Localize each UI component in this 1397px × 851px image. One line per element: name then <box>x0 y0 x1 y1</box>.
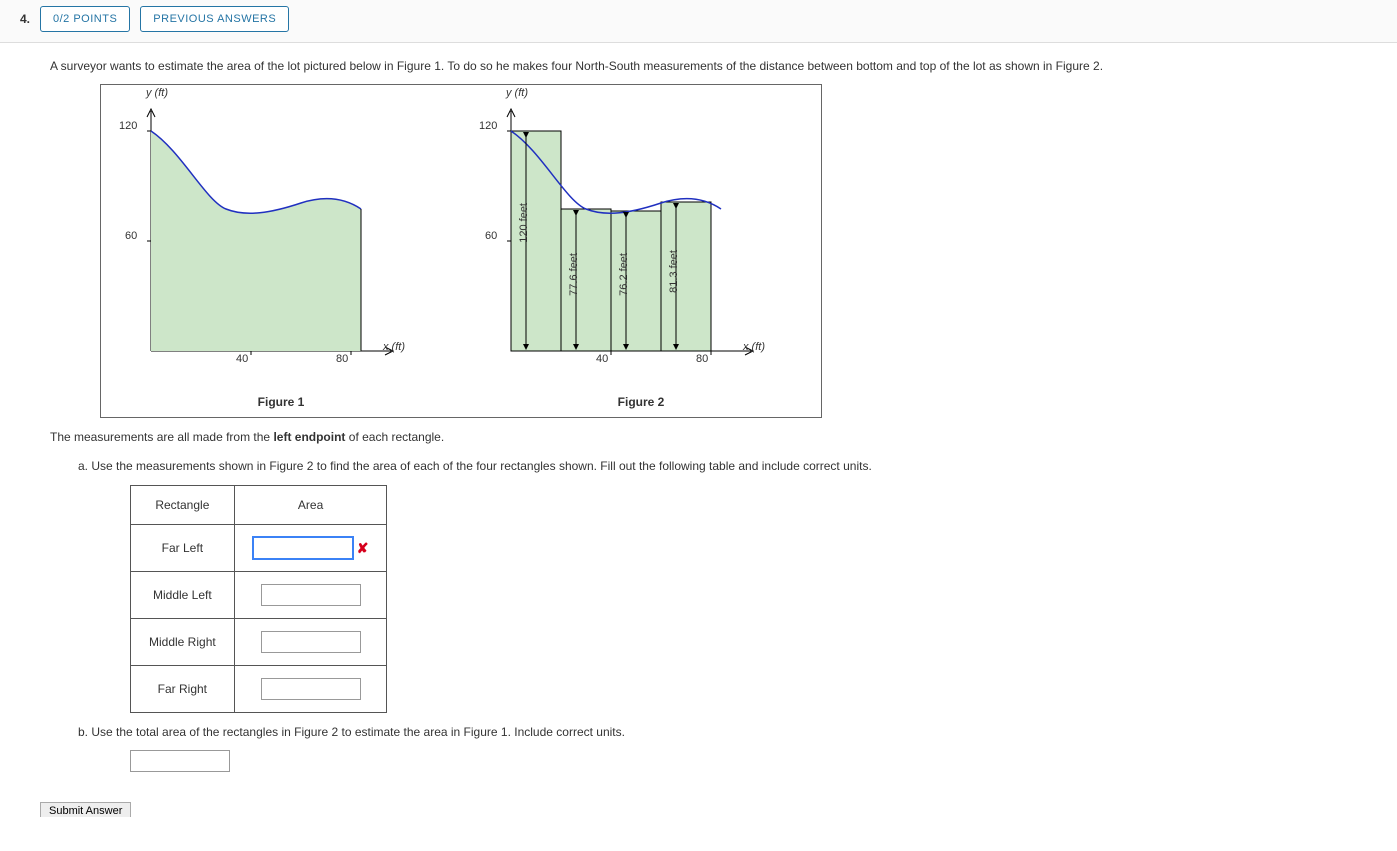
part-b-text: b. Use the total area of the rectangles … <box>78 723 1387 742</box>
fig2-xtick-80: 80 <box>696 353 708 365</box>
fig2-xtick-40: 40 <box>596 353 608 365</box>
fig2-x-axis-label: x (ft) <box>743 341 765 353</box>
row-label-middle-left: Middle Left <box>131 571 235 618</box>
fig2-ytick-120: 120 <box>479 120 497 132</box>
total-area-input[interactable] <box>130 750 230 772</box>
fig2-bar-label-1: 77.6 feet <box>568 253 580 296</box>
fig1-ytick-120: 120 <box>119 120 137 132</box>
table-row: Far Right <box>131 665 387 712</box>
fig2-bar-label-0: 120 feet <box>518 203 530 243</box>
area-input-middle-right[interactable] <box>261 631 361 653</box>
area-input-far-left[interactable] <box>253 537 353 559</box>
table-header-area: Area <box>234 485 387 524</box>
note-suffix: of each rectangle. <box>345 430 444 444</box>
figure-2: y (ft) <box>461 85 821 417</box>
question-body: A surveyor wants to estimate the area of… <box>0 43 1397 802</box>
table-row: Middle Left <box>131 571 387 618</box>
row-label-far-right: Far Right <box>131 665 235 712</box>
wrong-icon: ✘ <box>357 540 369 556</box>
note-text: The measurements are all made from the l… <box>50 428 1387 447</box>
row-label-far-left: Far Left <box>131 524 235 571</box>
fig2-y-axis-label: y (ft) <box>506 87 528 99</box>
area-input-far-right[interactable] <box>261 678 361 700</box>
points-pill[interactable]: 0/2 POINTS <box>40 6 130 32</box>
table-row: Middle Right <box>131 618 387 665</box>
note-prefix: The measurements are all made from the <box>50 430 273 444</box>
fig1-plot <box>111 91 441 371</box>
row-label-middle-right: Middle Right <box>131 618 235 665</box>
fig1-xtick-80: 80 <box>336 353 348 365</box>
table-header-rectangle: Rectangle <box>131 485 235 524</box>
fig2-caption: Figure 2 <box>471 395 811 409</box>
note-bold: left endpoint <box>273 430 345 444</box>
fig1-caption: Figure 1 <box>111 395 451 409</box>
part-a-text: a. Use the measurements shown in Figure … <box>78 457 1387 476</box>
table-row: Far Left ✘ <box>131 524 387 571</box>
prompt-text: A surveyor wants to estimate the area of… <box>50 57 1387 76</box>
fig1-x-axis-label: x (ft) <box>383 341 405 353</box>
previous-answers-button[interactable]: PREVIOUS ANSWERS <box>140 6 289 32</box>
fig1-y-axis-label: y (ft) <box>146 87 168 99</box>
question-number: 4. <box>10 12 30 26</box>
fig1-ytick-60: 60 <box>125 230 137 242</box>
figures-container: y (ft) 120 <box>100 84 822 418</box>
question-header: 4. 0/2 POINTS PREVIOUS ANSWERS <box>0 0 1397 43</box>
fig2-bar-label-3: 81.3 feet <box>668 250 680 293</box>
figure-1: y (ft) 120 <box>101 85 461 417</box>
fig2-ytick-60: 60 <box>485 230 497 242</box>
fig1-xtick-40: 40 <box>236 353 248 365</box>
answer-table: Rectangle Area Far Left ✘ Middle Left Mi… <box>130 485 387 713</box>
fig2-bar-label-2: 76.2 feet <box>618 253 630 296</box>
area-input-middle-left[interactable] <box>261 584 361 606</box>
submit-answer-button[interactable]: Submit Answer <box>40 802 131 817</box>
